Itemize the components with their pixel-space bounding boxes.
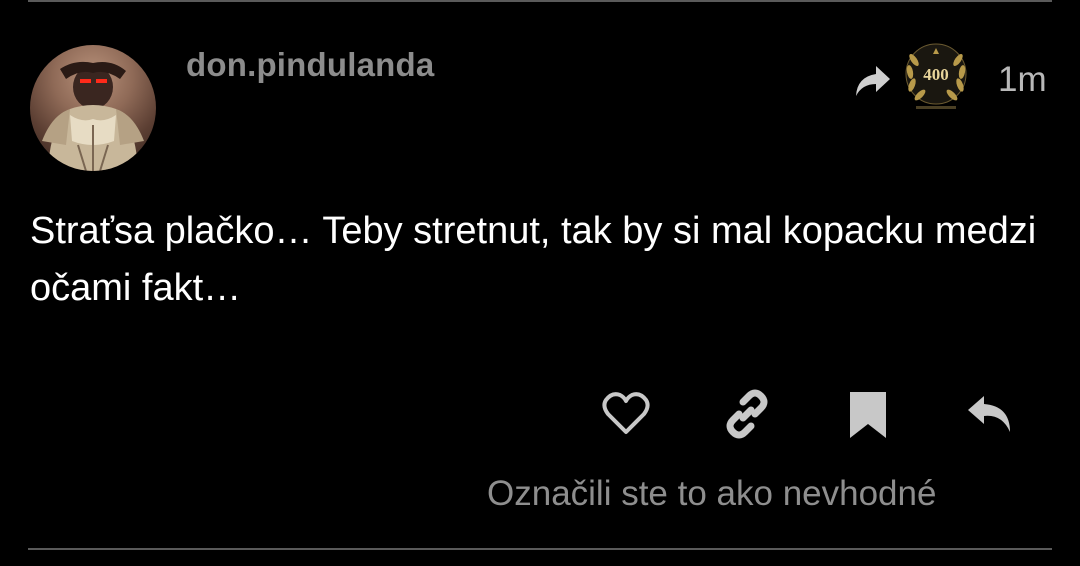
bookmark-button[interactable] bbox=[840, 386, 896, 442]
share-arrow-icon[interactable] bbox=[852, 60, 894, 102]
timestamp: 1m bbox=[998, 60, 1047, 99]
avatar[interactable] bbox=[30, 45, 156, 171]
heart-icon bbox=[602, 392, 650, 434]
bookmark-icon bbox=[850, 392, 886, 438]
post-actions bbox=[0, 386, 1080, 446]
top-divider bbox=[28, 0, 1052, 2]
link-icon bbox=[726, 389, 768, 439]
flag-status-text: Označili ste to ako nevhodné bbox=[487, 474, 937, 513]
post-message: Straťsa plačko… Teby stretnut, tak by si… bbox=[30, 210, 1037, 309]
reply-button[interactable] bbox=[962, 386, 1018, 442]
reply-arrow-icon bbox=[968, 396, 1010, 432]
copy-link-button[interactable] bbox=[719, 386, 775, 442]
badge-value: 400 bbox=[923, 65, 949, 84]
laurel-wreath-badge-icon[interactable]: 400 bbox=[902, 40, 970, 118]
avatar-image bbox=[42, 61, 144, 171]
username[interactable]: don.pindulanda bbox=[186, 46, 434, 84]
like-button[interactable] bbox=[598, 386, 654, 442]
bottom-divider bbox=[28, 548, 1052, 550]
